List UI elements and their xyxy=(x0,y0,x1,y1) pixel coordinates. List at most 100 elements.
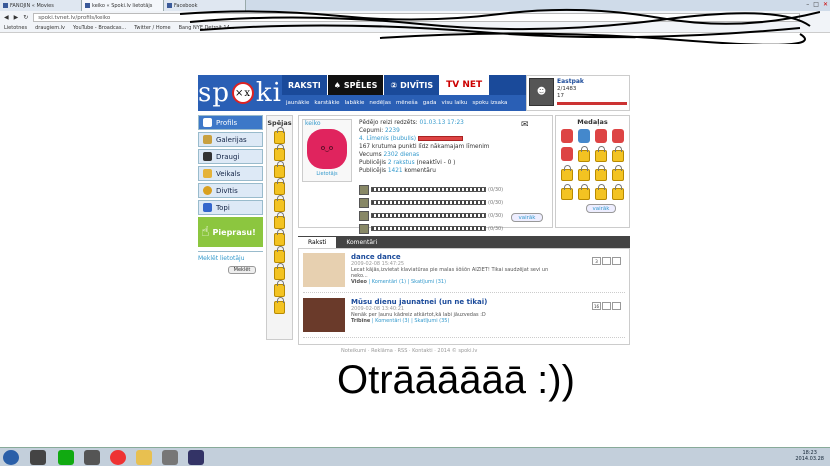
level-progress xyxy=(417,136,463,141)
user-name[interactable]: Eastpak xyxy=(557,78,627,85)
app-icon[interactable] xyxy=(188,450,204,465)
lock-icon xyxy=(274,161,285,178)
folder-icon[interactable] xyxy=(136,450,152,465)
profile-photo[interactable]: ʘ‿ʘ xyxy=(307,129,347,169)
lock-icon xyxy=(594,184,607,200)
article-stats: 16 xyxy=(592,302,621,310)
menu-draugi[interactable]: Draugi xyxy=(198,149,263,164)
game-icon[interactable] xyxy=(359,184,369,195)
taskbar: 18:23 2014.03.28 xyxy=(0,447,830,466)
article-title[interactable]: dance dance xyxy=(351,253,566,261)
friends-icon xyxy=(203,152,212,161)
more-button[interactable]: vairāk xyxy=(511,213,543,222)
profile-role: Lietotājs xyxy=(316,171,338,177)
user-rating: 17 xyxy=(557,93,564,99)
pieprasu-banner[interactable]: ☝ Pieprasu! xyxy=(198,217,263,247)
nav-tab-speles[interactable]: ♠ SPĒLES xyxy=(327,75,385,95)
favicon-icon xyxy=(3,3,8,8)
rating-bar xyxy=(557,102,627,105)
lock-icon xyxy=(274,195,285,212)
start-icon[interactable] xyxy=(3,450,19,465)
game-icon[interactable] xyxy=(359,197,369,208)
scribble-redaction xyxy=(180,8,820,44)
minimize-icon[interactable]: – xyxy=(806,1,809,8)
list-item: dance dance 2009-02-08 15:47:25 Lecat kā… xyxy=(303,253,625,293)
article-thumbnail[interactable] xyxy=(303,253,345,287)
app-icon[interactable] xyxy=(84,450,100,465)
game-icon[interactable] xyxy=(359,210,369,221)
mail-icon[interactable]: ✉ xyxy=(521,120,529,130)
clock[interactable]: 18:23 2014.03.28 xyxy=(795,450,824,462)
bookmark[interactable]: Twitter / Home xyxy=(134,25,170,31)
menu-divitis[interactable]: Divītis xyxy=(198,183,263,198)
top-icon xyxy=(203,203,212,212)
search-button[interactable]: Meklēt xyxy=(228,266,256,274)
medals-more-button[interactable]: vairāk xyxy=(586,204,616,213)
nav-tab-raksti[interactable]: RAKSTI xyxy=(282,75,328,95)
lock-icon xyxy=(577,165,590,181)
browser-tab[interactable]: FANOJIN « Movies xyxy=(0,0,82,11)
menu-profils[interactable]: Profils xyxy=(198,115,263,130)
bookmark[interactable]: draugiem.lv xyxy=(35,25,65,31)
slot-bar xyxy=(371,187,486,192)
article-title[interactable]: Mūsu dienu jaunatnei (un ne tikai) xyxy=(351,298,566,306)
medal-icon[interactable] xyxy=(594,129,607,143)
lock-icon xyxy=(594,146,607,162)
lock-icon xyxy=(594,165,607,181)
medals-title: Medaļas xyxy=(577,118,608,126)
left-menu: Profils Galerijas Draugi Veikals Divītis… xyxy=(198,115,263,274)
maximize-icon[interactable]: □ xyxy=(813,1,819,8)
slot-bar xyxy=(371,213,486,218)
spoki-logo[interactable]: sp ×x ki xyxy=(198,75,282,111)
medal-icon[interactable] xyxy=(560,147,573,161)
back-icon[interactable]: ◀ xyxy=(4,14,9,21)
lock-icon xyxy=(611,184,624,200)
site-header: sp ×x ki RAKSTI ♠ SPĒLES ② DIVĪTIS TV NET ja… xyxy=(198,75,630,111)
profile-username: keiko xyxy=(305,120,321,127)
game-icon[interactable] xyxy=(359,223,369,234)
slot-bar xyxy=(371,226,486,231)
article-thumbnail[interactable] xyxy=(303,298,345,332)
close-icon[interactable]: ✕ xyxy=(823,1,828,8)
medal-icon[interactable] xyxy=(611,129,624,143)
articles-feed: dance dance 2009-02-08 15:47:25 Lecat kā… xyxy=(298,248,630,345)
coin-icon xyxy=(203,186,212,195)
menu-veikals[interactable]: Veikals xyxy=(198,166,263,181)
avatar[interactable]: ☻ xyxy=(529,78,554,106)
nav-tab-divitis[interactable]: ② DIVĪTIS xyxy=(384,75,441,95)
forward-icon[interactable]: ▶ xyxy=(14,14,19,21)
app-icon[interactable] xyxy=(30,450,46,465)
lock-icon xyxy=(274,280,285,297)
menu-topi[interactable]: Topi xyxy=(198,200,263,215)
list-item: Mūsu dienu jaunatnei (un ne tikai) 2009-… xyxy=(303,298,625,338)
reload-icon[interactable]: ↻ xyxy=(23,14,28,21)
subnav-link[interactable]: spoku izsaka xyxy=(472,100,507,106)
subnav-link[interactable]: visu laiku xyxy=(442,100,468,106)
utorrent-icon[interactable] xyxy=(58,450,74,465)
lock-icon xyxy=(274,212,285,229)
medal-icon[interactable] xyxy=(560,129,573,143)
subnav-link[interactable]: jaunākie xyxy=(286,100,309,106)
subnav-link[interactable]: karstākie xyxy=(314,100,339,106)
slot-bar xyxy=(371,200,486,205)
subnav-link[interactable]: labākie xyxy=(345,100,365,106)
subnav-link[interactable]: nedēļas xyxy=(369,100,391,106)
app-icon[interactable] xyxy=(162,450,178,465)
browser-tab-active[interactable]: keiko « Spoki.lv lietotājs xyxy=(82,0,164,11)
tab-komentari[interactable]: Komentāri xyxy=(336,237,387,248)
article-stats: 3 xyxy=(592,257,621,265)
bookmark[interactable]: YouTube - Broadcas... xyxy=(73,25,126,31)
menu-galerijas[interactable]: Galerijas xyxy=(198,132,263,147)
chrome-icon[interactable] xyxy=(110,450,126,465)
uncle-sam-icon: ☝ xyxy=(201,224,210,240)
lock-icon xyxy=(577,146,590,162)
bookmark[interactable]: Lietotnes xyxy=(4,25,27,31)
subnav-link[interactable]: mēneša xyxy=(396,100,418,106)
tvnet-logo[interactable]: TV NET xyxy=(440,75,490,95)
subnav-link[interactable]: gada xyxy=(423,100,437,106)
lock-icon xyxy=(274,229,285,246)
medal-icon[interactable] xyxy=(577,129,590,143)
facebook-icon xyxy=(167,3,172,8)
search-input[interactable]: Meklēt lietotāju xyxy=(198,255,263,262)
tab-raksti[interactable]: Raksti xyxy=(298,237,337,248)
